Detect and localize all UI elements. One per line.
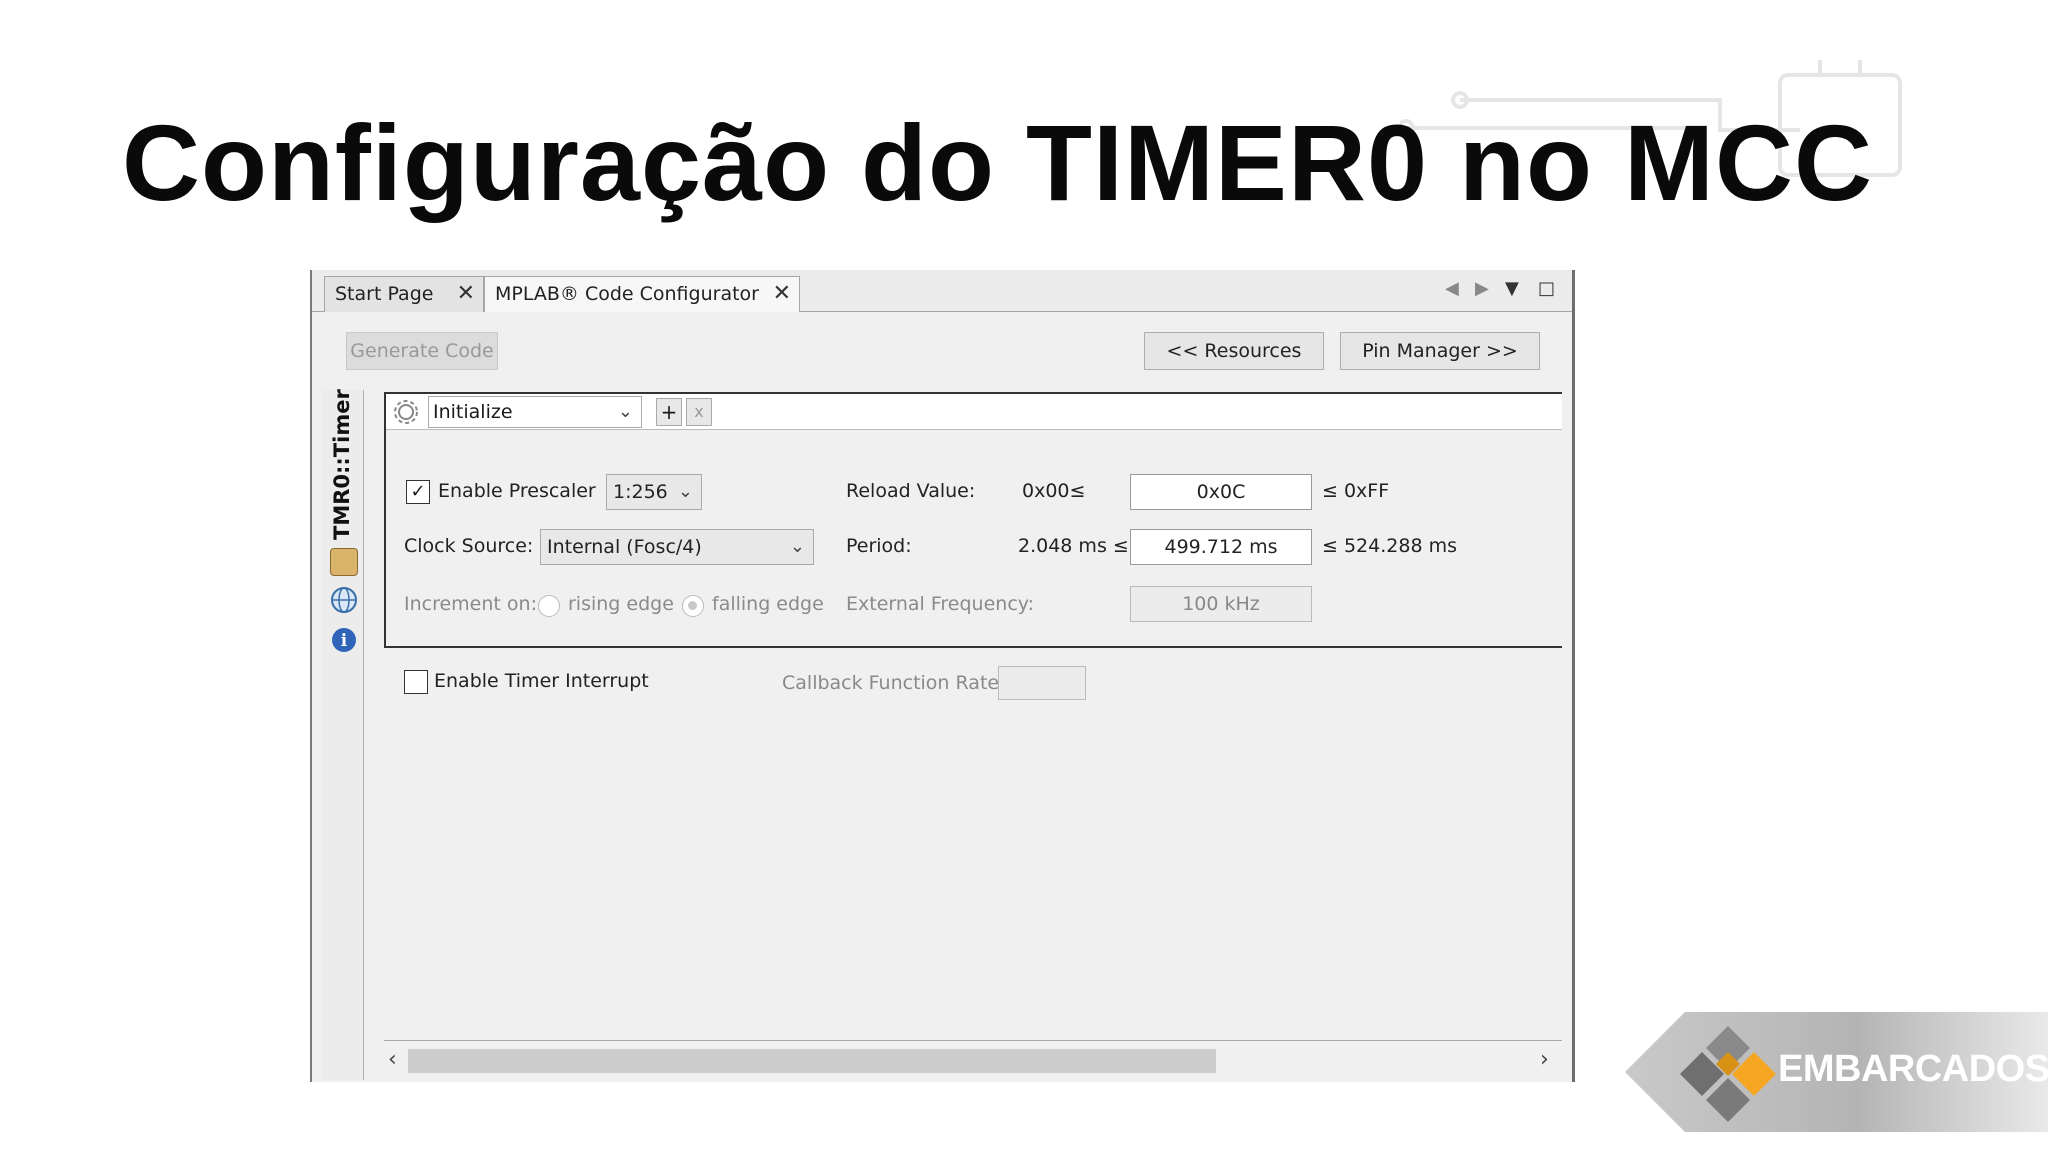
remove-function-button[interactable]: x [686, 398, 712, 426]
module-label: TMR0::Timer [330, 389, 354, 540]
enable-prescaler-label: Enable Prescaler [438, 480, 596, 502]
reload-min: 0x00≤ [1022, 480, 1086, 502]
tab-bar: Start Page ✕ MPLAB® Code Configurator ✕ … [312, 270, 1572, 312]
svg-text:i: i [341, 631, 348, 651]
clock-source-value: Internal (Fosc/4) [547, 536, 702, 558]
close-icon[interactable]: ✕ [773, 277, 791, 311]
tab-label: Start Page [335, 283, 434, 305]
function-bar: Initialize ⌄ + x [386, 394, 1562, 430]
function-select-value: Initialize [433, 401, 513, 423]
function-select[interactable]: Initialize ⌄ [428, 396, 642, 428]
scroll-thumb[interactable] [408, 1049, 1216, 1073]
callback-rate-field[interactable] [998, 666, 1086, 700]
tab-start-page[interactable]: Start Page ✕ [324, 276, 484, 312]
chip-icon[interactable] [330, 548, 358, 576]
scroll-tabs-right-icon[interactable]: ▶ [1475, 278, 1489, 299]
external-frequency-label: External Frequency: [846, 593, 1035, 615]
side-rail: TMR0::Timer i [322, 389, 364, 1080]
gear-icon [394, 400, 418, 424]
close-icon[interactable]: ✕ [457, 277, 475, 311]
prescaler-select[interactable]: 1:256 ⌄ [606, 474, 702, 510]
slide: Configuração do TIMER0 no MCC Start Page… [0, 0, 2048, 1152]
ide-window: Start Page ✕ MPLAB® Code Configurator ✕ … [310, 270, 1575, 1082]
rising-edge-label: rising edge [568, 593, 674, 615]
horizontal-scrollbar[interactable]: ‹ › [384, 1040, 1562, 1080]
reload-value-label: Reload Value: [846, 480, 976, 502]
chevron-down-icon: ⌄ [617, 401, 633, 422]
reload-max: ≤ 0xFF [1322, 480, 1390, 502]
checkmark-icon: ✓ [410, 481, 426, 502]
falling-edge-radio[interactable] [682, 595, 704, 617]
external-frequency-field[interactable]: 100 kHz [1130, 586, 1312, 622]
add-function-button[interactable]: + [656, 398, 682, 426]
clock-source-label: Clock Source: [404, 535, 534, 557]
maximize-icon[interactable]: □ [1538, 278, 1555, 299]
falling-edge-label: falling edge [712, 593, 824, 615]
period-label: Period: [846, 535, 912, 557]
tab-label: MPLAB® Code Configurator [495, 283, 759, 305]
tab-menu-icon[interactable]: ▼ [1505, 278, 1519, 299]
chevron-down-icon: ⌄ [789, 536, 805, 557]
clock-source-select[interactable]: Internal (Fosc/4) ⌄ [540, 529, 814, 565]
period-field[interactable]: 499.712 ms [1130, 529, 1312, 565]
logo-text: EMBARCADOS [1778, 1048, 2048, 1090]
callback-rate-label: Callback Function Rate: [782, 672, 1006, 694]
period-max: ≤ 524.288 ms [1322, 535, 1457, 557]
scroll-left-icon[interactable]: ‹ [388, 1047, 397, 1072]
enable-prescaler-checkbox[interactable]: ✓ [406, 480, 430, 504]
toolbar: Generate Code << Resources Pin Manager >… [312, 312, 1572, 372]
reload-value-field[interactable]: 0x0C [1130, 474, 1312, 510]
prescaler-value: 1:256 [613, 481, 668, 503]
scroll-right-icon[interactable]: › [1540, 1047, 1549, 1072]
globe-icon[interactable] [330, 586, 358, 614]
period-min: 2.048 ms ≤ [1018, 535, 1129, 557]
rising-edge-radio[interactable] [538, 595, 560, 617]
enable-timer-interrupt-checkbox[interactable] [404, 670, 428, 694]
enable-timer-interrupt-label: Enable Timer Interrupt [434, 670, 649, 692]
pin-manager-button[interactable]: Pin Manager >> [1340, 332, 1540, 370]
chevron-down-icon: ⌄ [677, 481, 693, 502]
generate-code-button[interactable]: Generate Code [346, 332, 498, 370]
increment-on-label: Increment on: [404, 593, 537, 615]
resources-button[interactable]: << Resources [1144, 332, 1324, 370]
tab-mplab-code-configurator[interactable]: MPLAB® Code Configurator ✕ [484, 276, 800, 312]
embarcados-logo-icon [1680, 1026, 1776, 1122]
slide-title: Configuração do TIMER0 no MCC [122, 102, 1873, 223]
scroll-tabs-left-icon[interactable]: ◀ [1445, 278, 1459, 299]
info-icon[interactable]: i [330, 626, 358, 654]
timer-config-panel: Initialize ⌄ + x ✓ Enable Prescaler 1:25… [384, 392, 1562, 648]
